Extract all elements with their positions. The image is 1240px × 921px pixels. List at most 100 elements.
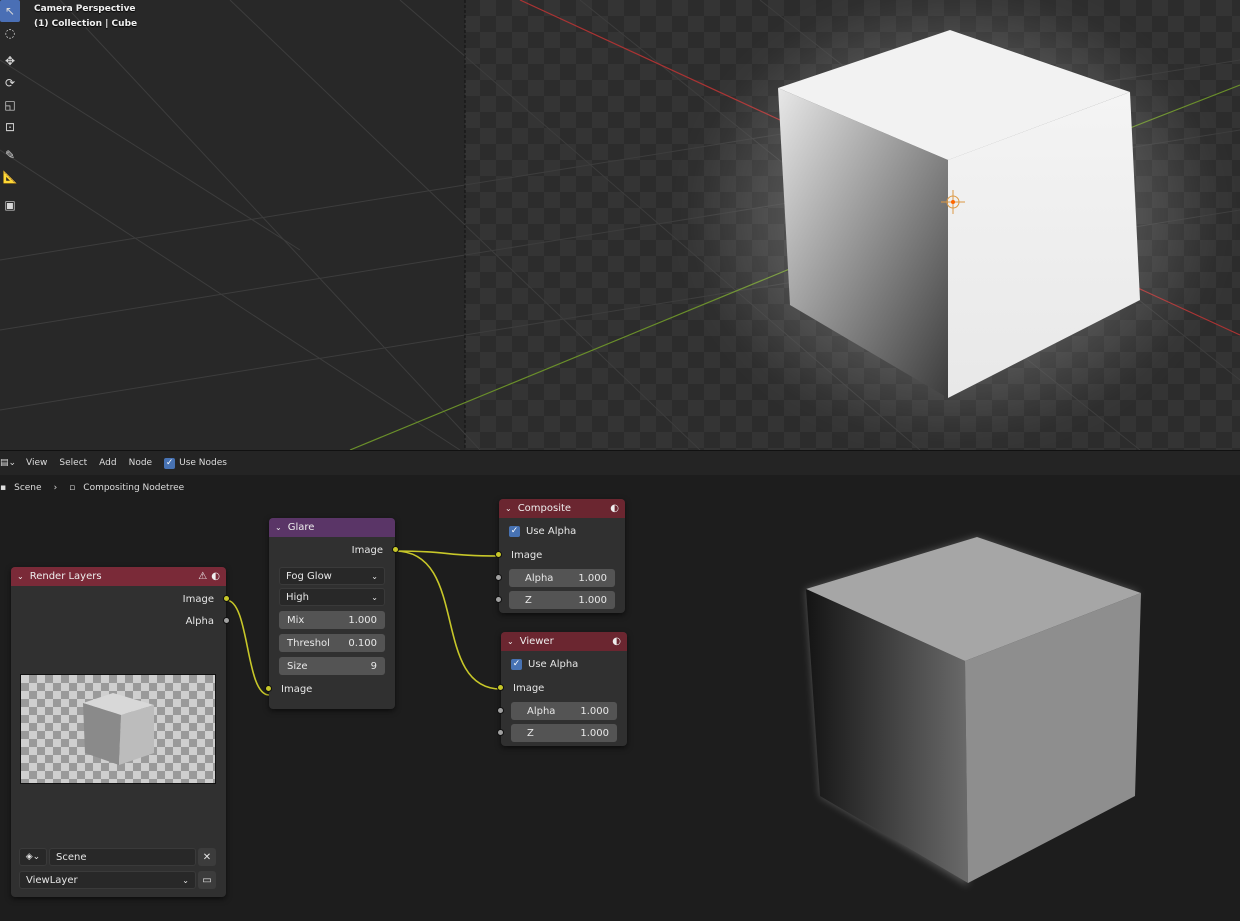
chevron-down-icon[interactable]: ⌄ (505, 504, 512, 513)
threshold-field[interactable]: Threshol 0.100 (279, 634, 385, 652)
select-box-icon[interactable]: ↖ (0, 0, 20, 22)
render-icon[interactable]: ◐ (612, 636, 621, 647)
3d-viewport[interactable]: Camera Perspective (1) Collection | Cube… (0, 0, 1240, 450)
composite-node[interactable]: ⌄ Composite ◐ ✓ Use Alpha Image Alpha 1.… (495, 499, 625, 613)
socket-viewer-z[interactable] (497, 729, 504, 736)
render-layers-title: Render Layers (29, 571, 102, 582)
viewer-input-image: Image (497, 677, 627, 699)
glare-type-value: Fog Glow (286, 570, 332, 582)
transform-icon[interactable]: ⊡ (0, 116, 20, 138)
chevron-down-icon: ⌄ (371, 592, 378, 602)
viewport-subtitle: (1) Collection | Cube (34, 19, 138, 29)
viewer-use-alpha[interactable]: ✓ Use Alpha (511, 655, 617, 673)
composite-input-image: Image (495, 544, 625, 566)
viewer-use-alpha-label: Use Alpha (528, 658, 579, 670)
output-alpha: Alpha (11, 610, 230, 632)
socket-alpha-out[interactable] (223, 617, 230, 624)
quality-value: High (286, 591, 309, 603)
viewport-title: Camera Perspective (34, 4, 136, 14)
glare-type-select[interactable]: Fog Glow ⌄ (279, 567, 385, 585)
viewer-z-label: Z (527, 727, 534, 739)
render-layers-node[interactable]: ⌄ Render Layers ⚠ ◐ Image Alpha ◈⌄ Scene (11, 567, 230, 897)
viewer-title: Viewer (519, 636, 554, 647)
warning-icon: ⚠ (198, 571, 208, 582)
socket-glare-out[interactable] (392, 546, 399, 553)
scene-selector[interactable]: ◈⌄ Scene ✕ (19, 848, 216, 866)
viewer-image-label: Image (513, 682, 545, 694)
viewport-scene (0, 0, 1240, 450)
render-icon[interactable]: ◐ (610, 503, 619, 514)
size-label: Size (287, 660, 308, 672)
output-image-label: Image (182, 593, 214, 605)
glare-title: Glare (287, 522, 315, 533)
glare-input-label: Image (281, 683, 313, 695)
viewer-header[interactable]: ⌄ Viewer ◐ (501, 632, 627, 651)
mix-label: Mix (287, 614, 305, 626)
render-layers-header[interactable]: ⌄ Render Layers ⚠ ◐ (11, 567, 226, 586)
move-icon[interactable]: ✥ (0, 50, 20, 72)
socket-glare-in[interactable] (265, 685, 272, 692)
tool-shelf: ↖ ◌ ✥ ⟳ ◱ ⊡ ✎ 📐 ▣ (0, 0, 20, 216)
measure-icon[interactable]: 📐 (0, 166, 20, 188)
quality-select[interactable]: High ⌄ (279, 588, 385, 606)
viewlayer-field[interactable]: ViewLayer ⌄ (19, 871, 196, 889)
viewer-alpha-value: 1.000 (580, 705, 609, 717)
compositor-node-editor[interactable]: ▤⌄ View Select Add Node ✓ Use Nodes ▪ Sc… (0, 450, 1240, 921)
mix-value: 1.000 (348, 614, 377, 626)
chevron-down-icon: ⌄ (371, 571, 378, 581)
socket-composite-image[interactable] (495, 551, 502, 558)
size-value: 9 (370, 660, 377, 672)
viewer-node[interactable]: ⌄ Viewer ◐ ✓ Use Alpha Image Alpha 1.000… (497, 632, 627, 746)
scene-field[interactable]: Scene (49, 848, 196, 866)
socket-viewer-alpha[interactable] (497, 707, 504, 714)
mix-field[interactable]: Mix 1.000 (279, 611, 385, 629)
glare-output-label: Image (351, 544, 383, 556)
chevron-down-icon: ⌄ (182, 875, 189, 885)
composite-use-alpha[interactable]: ✓ Use Alpha (509, 522, 615, 540)
socket-image-out[interactable] (223, 595, 230, 602)
composite-title: Composite (517, 503, 572, 514)
rotate-icon[interactable]: ⟳ (0, 72, 20, 94)
preview-cube (83, 693, 154, 765)
composite-z-value: 1.000 (578, 594, 607, 606)
threshold-value: 0.100 (348, 637, 377, 649)
composite-alpha-field[interactable]: Alpha 1.000 (495, 569, 615, 587)
composite-alpha-label: Alpha (525, 572, 554, 584)
glare-output-image: Image (269, 539, 399, 561)
chevron-down-icon[interactable]: ⌄ (17, 572, 24, 581)
composite-header[interactable]: ⌄ Composite ◐ (499, 499, 625, 518)
output-image: Image (11, 588, 230, 610)
composite-use-alpha-label: Use Alpha (526, 525, 577, 537)
viewer-alpha-field[interactable]: Alpha 1.000 (497, 702, 617, 720)
viewlayer-selector[interactable]: ViewLayer ⌄ ▭ (19, 871, 216, 889)
render-icon[interactable]: ◐ (211, 571, 220, 582)
composite-z-field[interactable]: Z 1.000 (495, 591, 615, 609)
chevron-down-icon[interactable]: ⌄ (275, 523, 282, 532)
viewer-z-field[interactable]: Z 1.000 (497, 724, 617, 742)
viewer-z-value: 1.000 (580, 727, 609, 739)
add-cube-icon[interactable]: ▣ (0, 194, 20, 216)
scale-icon[interactable]: ◱ (0, 94, 20, 116)
backdrop-image (806, 537, 1141, 886)
glare-header[interactable]: ⌄ Glare (269, 518, 395, 537)
scene-browse-icon[interactable]: ◈⌄ (19, 848, 47, 866)
check-icon: ✓ (511, 658, 522, 670)
composite-image-label: Image (511, 549, 543, 561)
glare-input-image: Image (265, 678, 395, 700)
glare-node[interactable]: ⌄ Glare Image Fog Glow ⌄ High ⌄ Mix 1.00… (265, 518, 399, 709)
folder-icon[interactable]: ▭ (198, 871, 216, 889)
threshold-label: Threshol (287, 637, 330, 649)
output-alpha-label: Alpha (185, 615, 214, 627)
cursor-icon[interactable]: ◌ (0, 22, 20, 44)
size-field[interactable]: Size 9 (279, 657, 385, 675)
check-icon: ✓ (509, 525, 520, 537)
viewlayer-value: ViewLayer (26, 874, 78, 886)
composite-alpha-value: 1.000 (578, 572, 607, 584)
annotate-icon[interactable]: ✎ (0, 144, 20, 166)
socket-composite-alpha[interactable] (495, 574, 502, 581)
chevron-down-icon[interactable]: ⌄ (507, 637, 514, 646)
socket-composite-z[interactable] (495, 596, 502, 603)
composite-z-label: Z (525, 594, 532, 606)
close-icon[interactable]: ✕ (198, 848, 216, 866)
socket-viewer-image[interactable] (497, 684, 504, 691)
